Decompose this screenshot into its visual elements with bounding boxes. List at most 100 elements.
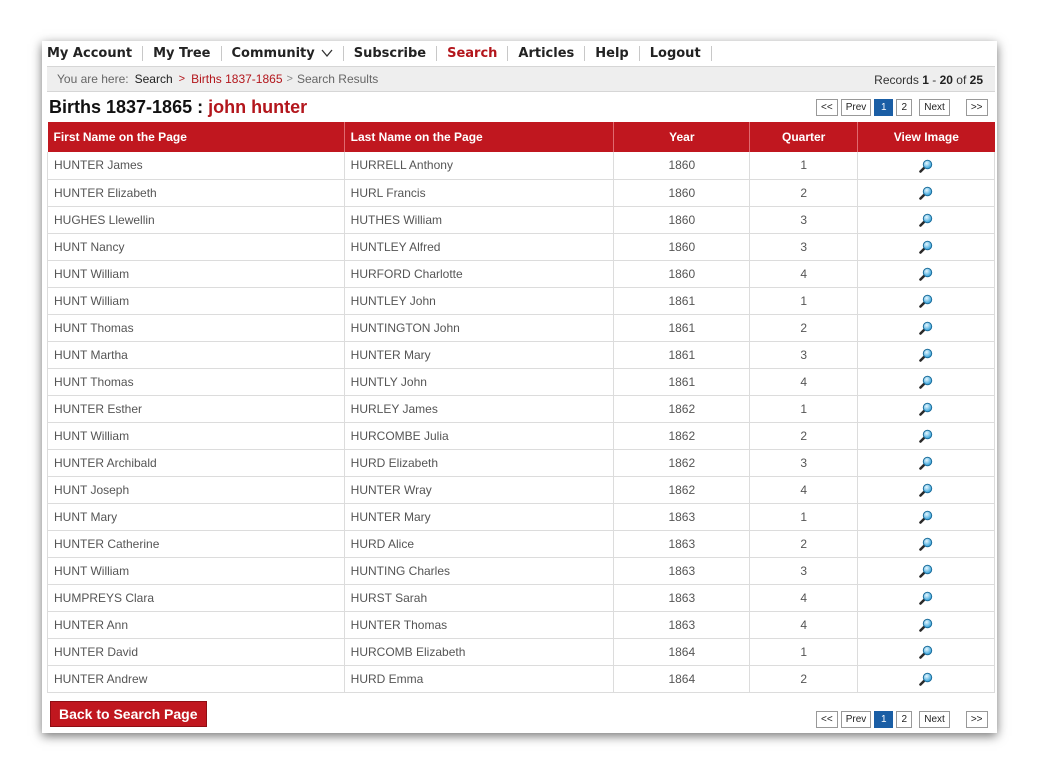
nav-separator	[142, 46, 144, 61]
year-cell: 1862	[613, 395, 751, 423]
nav-subscribe-label: Subscribe	[353, 46, 427, 61]
view-image-cell	[857, 476, 995, 504]
magnifier-icon[interactable]	[919, 645, 933, 659]
quarter-cell: 4	[749, 368, 859, 396]
first-name-cell: HUNTER Archibald	[47, 449, 345, 477]
last-name-cell: HURD Alice	[344, 530, 615, 558]
magnifier-icon[interactable]	[919, 159, 933, 173]
view-image-cell	[857, 530, 995, 558]
magnifier-icon[interactable]	[919, 618, 933, 632]
breadcrumb-search[interactable]: Search	[135, 72, 173, 86]
magnifier-icon[interactable]	[919, 240, 933, 254]
magnifier-icon[interactable]	[919, 267, 933, 281]
year-cell: 1863	[613, 584, 751, 612]
pager-last[interactable]: >>	[965, 99, 988, 116]
col-quarter[interactable]: Quarter	[749, 122, 859, 152]
last-name-cell: HUNTLEY Alfred	[344, 233, 615, 261]
last-name-cell: HUNTER Mary	[344, 341, 615, 369]
view-image-cell	[857, 152, 995, 180]
last-name-cell: HURD Elizabeth	[344, 449, 615, 477]
col-last-name[interactable]: Last Name on the Page	[344, 122, 615, 152]
last-name-cell: HUNTING Charles	[344, 557, 615, 585]
col-year[interactable]: Year	[613, 122, 751, 152]
table-header-row: First Name on the Page Last Name on the …	[47, 122, 995, 152]
magnifier-icon[interactable]	[919, 402, 933, 416]
last-name-cell: HUTHES William	[344, 206, 615, 234]
records-count: Records 1 - 20 of 25	[874, 73, 983, 87]
pager-page-2[interactable]: 2	[896, 711, 913, 728]
col-first-name[interactable]: First Name on the Page	[47, 122, 345, 152]
view-image-cell	[857, 287, 995, 315]
nav-my-tree[interactable]: My Tree	[153, 41, 220, 66]
nav-search[interactable]: Search	[447, 41, 507, 66]
magnifier-icon[interactable]	[919, 348, 933, 362]
view-image-cell	[857, 557, 995, 585]
nav-logout-label: Logout	[649, 46, 701, 61]
magnifier-icon[interactable]	[919, 564, 933, 578]
chevron-down-icon[interactable]	[321, 49, 333, 58]
quarter-cell: 1	[749, 638, 859, 666]
first-name-cell: HUNTER Elizabeth	[47, 179, 345, 207]
first-name-cell: HUNT Joseph	[47, 476, 345, 504]
first-name-cell: HUNT Nancy	[47, 233, 345, 261]
table-row: HUNT Martha HUNTER Mary 1861 3	[47, 341, 995, 369]
breadcrumb-births[interactable]: Births 1837-1865	[191, 72, 282, 86]
pager-first[interactable]: <<	[816, 711, 838, 728]
quarter-cell: 4	[749, 476, 859, 504]
magnifier-icon[interactable]	[919, 375, 933, 389]
pager-prev[interactable]: Prev	[840, 99, 872, 116]
pager-page-1[interactable]: 1	[874, 99, 894, 116]
nav-subscribe[interactable]: Subscribe	[354, 41, 436, 66]
nav-help[interactable]: Help	[595, 41, 638, 66]
year-cell: 1864	[613, 638, 751, 666]
pager-last[interactable]: >>	[965, 711, 988, 728]
pager-first[interactable]: <<	[816, 99, 838, 116]
pager-next[interactable]: Next	[919, 99, 950, 116]
first-name-cell: HUNT William	[47, 260, 345, 288]
table-row: HUNTER Esther HURLEY James 1862 1	[47, 395, 995, 423]
nav-community[interactable]: Community	[232, 41, 343, 66]
nav-my-tree-label: My Tree	[153, 46, 211, 61]
pager-page-1[interactable]: 1	[874, 711, 894, 728]
magnifier-icon[interactable]	[919, 456, 933, 470]
magnifier-icon[interactable]	[919, 510, 933, 524]
table-row: HUNTER Archibald HURD Elizabeth 1862 3	[47, 449, 995, 477]
year-cell: 1862	[613, 449, 751, 477]
table-row: HUNTER David HURCOMB Elizabeth 1864 1	[47, 638, 995, 666]
nav-articles[interactable]: Articles	[518, 41, 584, 66]
table-row: HUNT Joseph HUNTER Wray 1862 4	[47, 476, 995, 504]
last-name-cell: HURD Emma	[344, 665, 615, 693]
nav-logout[interactable]: Logout	[650, 41, 711, 66]
magnifier-icon[interactable]	[919, 483, 933, 497]
first-name-cell: HUNT Thomas	[47, 314, 345, 342]
pager-prev[interactable]: Prev	[840, 711, 872, 728]
col-view-image: View Image	[857, 122, 995, 152]
nav-my-account[interactable]: My Account	[47, 41, 142, 66]
magnifier-icon[interactable]	[919, 213, 933, 227]
view-image-cell	[857, 341, 995, 369]
quarter-cell: 1	[749, 152, 859, 180]
records-label: Records	[874, 73, 919, 87]
first-name-cell: HUNTER David	[47, 638, 345, 666]
back-to-search-button[interactable]: Back to Search Page	[50, 701, 207, 727]
magnifier-icon[interactable]	[919, 591, 933, 605]
records-to: 20	[939, 73, 953, 87]
year-cell: 1861	[613, 341, 751, 369]
nav-separator	[220, 46, 222, 61]
pager-page-2[interactable]: 2	[896, 99, 913, 116]
magnifier-icon[interactable]	[919, 429, 933, 443]
magnifier-icon[interactable]	[919, 672, 933, 686]
view-image-cell	[857, 503, 995, 531]
year-cell: 1861	[613, 314, 751, 342]
first-name-cell: HUNTER Ann	[47, 611, 345, 639]
pager-next[interactable]: Next	[919, 711, 950, 728]
last-name-cell: HURFORD Charlotte	[344, 260, 615, 288]
nav-my-account-label: My Account	[47, 46, 133, 61]
pager-top: << Prev 1 2 Next >>	[816, 99, 988, 116]
nav-separator	[638, 46, 640, 61]
magnifier-icon[interactable]	[919, 294, 933, 308]
magnifier-icon[interactable]	[919, 186, 933, 200]
quarter-cell: 1	[749, 287, 859, 315]
magnifier-icon[interactable]	[919, 537, 933, 551]
magnifier-icon[interactable]	[919, 321, 933, 335]
